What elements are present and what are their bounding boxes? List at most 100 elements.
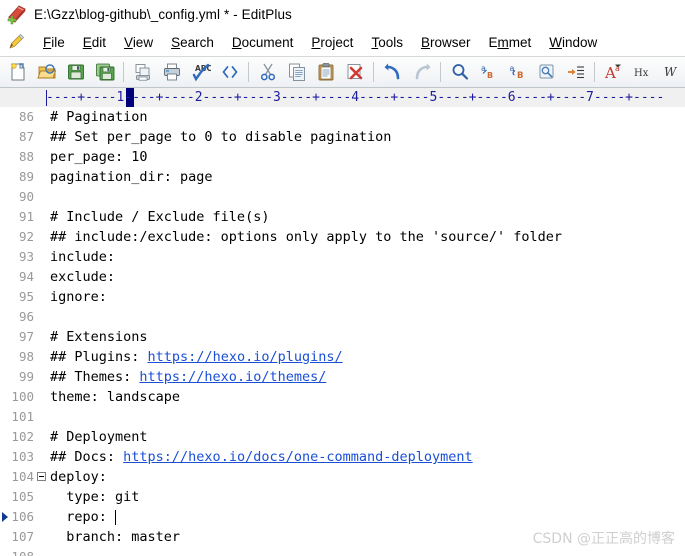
save-all-icon[interactable]	[91, 59, 118, 86]
hyperlink[interactable]: https://hexo.io/themes/	[139, 369, 326, 385]
function-list-icon[interactable]	[533, 59, 560, 86]
code-line[interactable]: 87 ## Set per_page to 0 to disable pagina…	[0, 127, 685, 147]
find-icon[interactable]	[446, 59, 473, 86]
line-number: 92	[18, 229, 34, 244]
code-line[interactable]: 102 # Deployment	[0, 427, 685, 447]
line-text: # Include / Exclude file(s)	[50, 209, 270, 225]
code-lines[interactable]: 86 # Pagination 87 ## Set per_page to 0 to …	[0, 107, 685, 556]
svg-text:B: B	[487, 71, 493, 80]
redo-icon[interactable]	[408, 59, 435, 86]
text-caret	[114, 510, 117, 525]
undo-icon[interactable]	[379, 59, 406, 86]
code-line[interactable]: 106 repo:	[0, 507, 685, 527]
line-text: repo:	[50, 509, 116, 525]
line-text: deploy:	[50, 469, 107, 485]
line-text: pagination_dir: page	[50, 169, 213, 185]
menu-file[interactable]: File	[34, 33, 74, 52]
fold-collapse-icon[interactable]	[37, 472, 46, 481]
line-number: 105	[11, 489, 34, 504]
code-line[interactable]: 100 theme: landscape	[0, 387, 685, 407]
hex-view-icon[interactable]: Hx	[629, 59, 656, 86]
code-line[interactable]: 92 ## include:/exclude: options only appl…	[0, 227, 685, 247]
paste-icon[interactable]	[312, 59, 339, 86]
code-line[interactable]: 107 branch: master	[0, 527, 685, 547]
menu-emmet[interactable]: Emmet	[479, 33, 540, 52]
line-number: 102	[11, 429, 34, 444]
code-line[interactable]: 86 # Pagination	[0, 107, 685, 127]
line-text: ## Docs: https://hexo.io/docs/one-comman…	[50, 449, 473, 465]
open-file-icon[interactable]	[33, 59, 60, 86]
menu-bar: File Edit View Search Document Project T…	[0, 28, 685, 57]
code-line[interactable]: 91 # Include / Exclude file(s)	[0, 207, 685, 227]
code-line[interactable]: 98 ## Plugins: https://hexo.io/plugins/	[0, 347, 685, 367]
menu-tools[interactable]: Tools	[362, 33, 412, 52]
code-line[interactable]: 94 exclude:	[0, 267, 685, 287]
cut-icon[interactable]	[254, 59, 281, 86]
line-text: branch: master	[50, 529, 181, 545]
menu-search[interactable]: Search	[162, 33, 223, 52]
code-line[interactable]: 89 pagination_dir: page	[0, 167, 685, 187]
print-preview-icon[interactable]	[129, 59, 156, 86]
menu-view[interactable]: View	[115, 33, 162, 52]
new-file-icon[interactable]	[4, 59, 31, 86]
toolbar: ABC a B a B A a Hx W	[0, 57, 685, 88]
line-number: 101	[11, 409, 34, 424]
code-line[interactable]: 95 ignore:	[0, 287, 685, 307]
code-line[interactable]: 97 # Extensions	[0, 327, 685, 347]
line-number: 108	[0, 547, 34, 556]
editplus-window: E:\Gzz\blog-github\_config.yml * - EditP…	[0, 0, 685, 556]
line-text: ## Plugins: https://hexo.io/plugins/	[50, 349, 343, 365]
copy-icon[interactable]	[283, 59, 310, 86]
line-number: 88	[18, 149, 34, 164]
code-line[interactable]: 88 per_page: 10	[0, 147, 685, 167]
print-icon[interactable]	[158, 59, 185, 86]
line-number: 87	[18, 129, 34, 144]
goto-line-icon[interactable]	[562, 59, 589, 86]
font-icon[interactable]: A a	[600, 59, 627, 86]
save-icon[interactable]	[62, 59, 89, 86]
menu-document[interactable]: Document	[223, 33, 303, 52]
code-line[interactable]: 105 type: git	[0, 487, 685, 507]
code-line[interactable]: 99 ## Themes: https://hexo.io/themes/	[0, 367, 685, 387]
menu-window[interactable]: Window	[540, 33, 606, 52]
line-text: # Pagination	[50, 109, 148, 125]
code-line[interactable]: 104 deploy:	[0, 467, 685, 487]
menu-edit[interactable]: Edit	[74, 33, 115, 52]
svg-text:W: W	[664, 65, 678, 79]
svg-text:Hx: Hx	[634, 68, 649, 79]
line-text: include:	[50, 249, 116, 265]
menu-browser[interactable]: Browser	[412, 33, 480, 52]
replace-icon[interactable]: a B	[504, 59, 531, 86]
line-number: 89	[18, 169, 34, 184]
line-number: 100	[11, 389, 34, 404]
code-editor[interactable]: 86 # Pagination 87 ## Set per_page to 0 to …	[0, 107, 685, 556]
hyperlink[interactable]: https://hexo.io/docs/one-command-deploym…	[123, 449, 473, 465]
line-number: 90	[18, 189, 34, 204]
toolbar-separator	[373, 62, 374, 82]
find-next-icon[interactable]: a B	[475, 59, 502, 86]
column-ruler: ----+----1----+----2----+----3----+----4…	[0, 88, 685, 109]
code-line[interactable]: 108	[0, 547, 685, 556]
hyperlink[interactable]: https://hexo.io/plugins/	[148, 349, 343, 365]
code-line[interactable]: 101	[0, 407, 685, 427]
code-line[interactable]: 90	[0, 187, 685, 207]
code-line[interactable]: 93 include:	[0, 247, 685, 267]
line-number: 98	[18, 349, 34, 364]
line-number: 96	[18, 309, 34, 324]
current-line-marker-icon	[2, 512, 8, 522]
line-number: 104	[11, 469, 34, 484]
line-number: 93	[18, 249, 34, 264]
menu-project[interactable]: Project	[302, 33, 362, 52]
line-number: 99	[18, 369, 34, 384]
line-text: theme: landscape	[50, 389, 181, 405]
title-bar: E:\Gzz\blog-github\_config.yml * - EditP…	[0, 0, 685, 28]
line-text: ignore:	[50, 289, 107, 305]
spell-check-icon[interactable]: ABC	[187, 59, 214, 86]
word-wrap-icon[interactable]: W	[658, 59, 685, 86]
view-in-browser-icon[interactable]	[216, 59, 243, 86]
delete-icon[interactable]	[341, 59, 368, 86]
line-text: ## include:/exclude: options only apply …	[50, 229, 563, 245]
code-line[interactable]: 103 ## Docs: https://hexo.io/docs/one-com…	[0, 447, 685, 467]
code-line[interactable]: 96	[0, 307, 685, 327]
line-text: # Deployment	[50, 429, 148, 445]
